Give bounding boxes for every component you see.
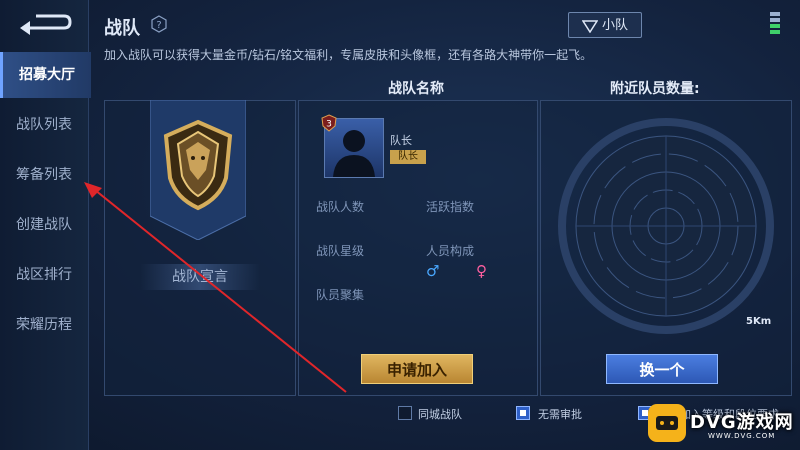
same-city-checkbox[interactable] xyxy=(398,406,412,420)
team-emblem-icon xyxy=(150,100,246,240)
sidebar-item-5[interactable]: 荣耀历程 xyxy=(0,302,88,348)
nearby-header: 附近队员数量: xyxy=(610,81,700,97)
intro-text: 加入战队可以获得大量金币/钻石/铭文福利，专属皮肤和头像框，还有各路大神带你一起… xyxy=(104,48,593,62)
stat-member-count: 战队人数 xyxy=(316,200,365,214)
watermark-url: WWW.DVG.COM xyxy=(708,432,776,440)
watermark-text: DVG游戏网 xyxy=(690,412,794,433)
sidebar-item-3[interactable]: 创建战队 xyxy=(0,202,88,248)
no-approval-label: 无需审批 xyxy=(538,408,582,421)
sidebar-item-4[interactable]: 战区排行 xyxy=(0,252,88,298)
team-manifesto: 战队宣言 xyxy=(140,264,260,290)
female-icon: ♀ xyxy=(476,262,487,280)
flag-icon xyxy=(581,19,599,33)
radar-distance: 5Km xyxy=(746,316,772,327)
swap-button[interactable]: 换一个 xyxy=(606,354,718,384)
leader-name: 队长 xyxy=(390,134,412,147)
stat-gathering: 队员聚集 xyxy=(316,288,365,302)
page-title: 战队 xyxy=(104,18,140,39)
sidebar-item-1[interactable]: 战队列表 xyxy=(0,102,88,148)
level-number: 3 xyxy=(326,120,332,130)
svg-text:?: ? xyxy=(156,20,161,31)
leader-role-badge: 队长 xyxy=(390,150,426,164)
sidebar-item-2[interactable]: 筹备列表 xyxy=(0,152,88,198)
apply-join-button[interactable]: 申请加入 xyxy=(361,354,473,384)
team-name-header: 战队名称 xyxy=(388,81,444,97)
squad-button[interactable]: 小队 xyxy=(568,12,642,38)
no-approval-checkbox[interactable] xyxy=(516,406,530,420)
squad-button-label: 小队 xyxy=(601,18,628,33)
level-badge-icon: 3 xyxy=(321,114,337,132)
male-icon: ♂ xyxy=(426,262,440,280)
same-city-label: 同城战队 xyxy=(418,408,462,421)
help-icon[interactable]: ? xyxy=(150,15,168,33)
stat-activity: 活跃指数 xyxy=(426,200,475,214)
stat-star-level: 战队星级 xyxy=(316,244,365,258)
stat-composition: 人员构成 xyxy=(426,244,475,258)
back-arrow-icon[interactable] xyxy=(14,10,74,36)
sidebar-item-0[interactable]: 招募大厅 xyxy=(0,52,91,98)
radar-map xyxy=(558,118,774,334)
signal-icon xyxy=(770,12,780,34)
